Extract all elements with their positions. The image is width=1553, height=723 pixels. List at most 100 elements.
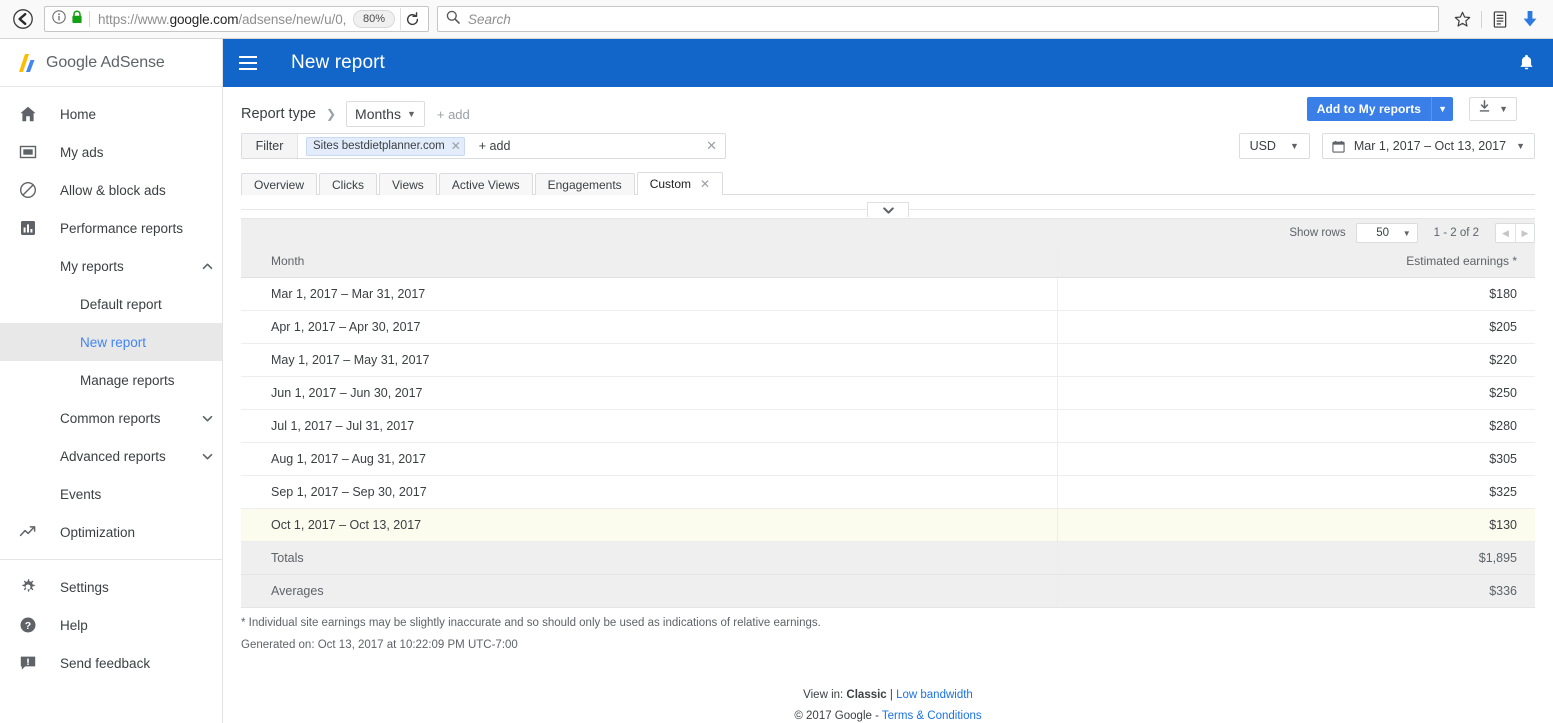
browser-action-icons: [1447, 10, 1545, 28]
download-arrow-icon[interactable]: [1522, 10, 1538, 28]
currency-select[interactable]: USD ▼: [1238, 133, 1310, 159]
info-icon[interactable]: [52, 9, 66, 29]
browser-search-bar[interactable]: Search: [437, 6, 1439, 32]
tab-clicks[interactable]: Clicks: [319, 173, 378, 195]
icon-divider: [1481, 10, 1482, 28]
rows-per-page-select[interactable]: 50 ▼: [1355, 223, 1418, 243]
back-button[interactable]: [8, 4, 38, 34]
sidebar-item-advanced-reports[interactable]: Advanced reports: [0, 437, 222, 475]
hamburger-icon[interactable]: [239, 51, 263, 75]
cell-earnings: $250: [1056, 376, 1535, 410]
browser-search-input[interactable]: Search: [468, 12, 511, 27]
library-icon[interactable]: [1492, 10, 1508, 28]
sidebar-item-events[interactable]: Events: [0, 475, 222, 513]
sidebar-item-performance-reports[interactable]: Performance reports: [0, 209, 222, 247]
terms-conditions-link[interactable]: Terms & Conditions: [882, 710, 982, 722]
view-in-row: View in: Classic | Low bandwidth: [241, 685, 1535, 706]
column-header-month[interactable]: Month: [241, 247, 1057, 278]
sidebar-item-home[interactable]: Home: [0, 95, 222, 133]
cell-month: Aug 1, 2017 – Aug 31, 2017: [241, 442, 1057, 476]
table-row[interactable]: Aug 1, 2017 – Aug 31, 2017 $305: [241, 442, 1535, 476]
table-row[interactable]: May 1, 2017 – May 31, 2017 $220: [241, 343, 1535, 377]
add-to-my-reports-button[interactable]: Add to My reports: [1306, 97, 1432, 121]
sidebar-item-label: Help: [60, 617, 88, 633]
tab-active-views[interactable]: Active Views: [438, 173, 533, 195]
chevron-down-icon: ▼: [1516, 141, 1525, 151]
tab-label: Engagements: [547, 177, 622, 192]
page-title: New report: [291, 52, 385, 73]
table-row[interactable]: Oct 1, 2017 – Oct 13, 2017 $130: [241, 508, 1535, 542]
star-icon[interactable]: [1454, 11, 1471, 28]
sidebar-item-common-reports[interactable]: Common reports: [0, 399, 222, 437]
filter-box[interactable]: Filter Sites bestdietplanner.com ✕ + add…: [241, 133, 726, 159]
svg-text:?: ?: [25, 620, 31, 632]
sidebar-item-help[interactable]: ? Help: [0, 606, 222, 644]
low-bandwidth-link[interactable]: Low bandwidth: [896, 689, 973, 701]
cell-month: Oct 1, 2017 – Oct 13, 2017: [241, 508, 1057, 542]
dimension-select[interactable]: Months ▼: [346, 101, 425, 127]
column-header-estimated-earnings[interactable]: Estimated earnings *: [1056, 247, 1535, 278]
sidebar-item-settings[interactable]: Settings: [0, 568, 222, 606]
date-range-picker[interactable]: Mar 1, 2017 – Oct 13, 2017 ▼: [1321, 133, 1535, 159]
chevron-up-icon: [192, 260, 222, 273]
table-head: Month Estimated earnings *: [241, 247, 1535, 278]
cell-earnings: $205: [1056, 310, 1535, 344]
download-button[interactable]: ▼: [1469, 97, 1517, 121]
tab-engagements[interactable]: Engagements: [534, 173, 635, 195]
table-row[interactable]: Mar 1, 2017 – Mar 31, 2017 $180: [241, 277, 1535, 311]
chevron-down-icon: ▼: [1402, 228, 1411, 238]
reload-button[interactable]: [400, 8, 424, 30]
sidebar-item-label: Performance reports: [60, 220, 184, 236]
generated-timestamp: Generated on: Oct 13, 2017 at 10:22:09 P…: [241, 639, 518, 651]
table-row[interactable]: Sep 1, 2017 – Sep 30, 2017 $325: [241, 475, 1535, 509]
tab-label: Overview: [254, 177, 305, 192]
zoom-level-badge[interactable]: 80%: [352, 10, 395, 28]
sidebar-item-manage-reports[interactable]: Manage reports: [0, 361, 222, 399]
add-filter-link[interactable]: + add: [479, 139, 511, 153]
brand-header[interactable]: Google AdSense: [0, 39, 222, 87]
collapse-chart-button[interactable]: [867, 202, 909, 217]
tab-custom[interactable]: Custom ✕: [636, 172, 724, 195]
sidebar-item-label: My ads: [60, 144, 104, 160]
cell-month: Sep 1, 2017 – Sep 30, 2017: [241, 475, 1057, 509]
close-icon[interactable]: ✕: [451, 139, 461, 153]
table-row[interactable]: Apr 1, 2017 – Apr 30, 2017 $205: [241, 310, 1535, 344]
add-to-my-reports-dropdown-button[interactable]: ▼: [1431, 97, 1454, 121]
table-row[interactable]: Jun 1, 2017 – Jun 30, 2017 $250: [241, 376, 1535, 410]
filter-chip-sites[interactable]: Sites bestdietplanner.com ✕: [306, 136, 465, 156]
chevron-down-icon: ▼: [406, 109, 416, 119]
app-root: Google AdSense Home My ads Allow & block…: [0, 39, 1553, 723]
view-in-pipe: |: [886, 689, 897, 701]
filter-row: Filter Sites bestdietplanner.com ✕ + add…: [241, 133, 1535, 159]
tab-views[interactable]: Views: [379, 173, 437, 195]
adsense-logo-icon: [16, 52, 38, 74]
sidebar-item-send-feedback[interactable]: Send feedback: [0, 644, 222, 682]
next-page-button[interactable]: ▶: [1515, 224, 1534, 242]
tab-overview[interactable]: Overview: [241, 173, 318, 195]
browser-toolbar: https://www.google.com/adsense/new/u/0, …: [0, 0, 1553, 39]
sidebar-item-optimization[interactable]: Optimization: [0, 513, 222, 551]
address-bar[interactable]: https://www.google.com/adsense/new/u/0, …: [44, 6, 429, 32]
sidebar-item-my-ads[interactable]: My ads: [0, 133, 222, 171]
home-icon: [16, 105, 40, 123]
sidebar-item-label: Allow & block ads: [60, 182, 166, 198]
chevron-down-icon: [882, 206, 894, 214]
add-dimension-link[interactable]: + add: [437, 107, 470, 122]
earnings-disclaimer: * Individual site earnings may be slight…: [241, 617, 821, 629]
cell-month: Apr 1, 2017 – Apr 30, 2017: [241, 310, 1057, 344]
prev-page-button[interactable]: ◀: [1496, 224, 1515, 242]
lock-icon[interactable]: [71, 10, 83, 29]
clear-filters-icon[interactable]: ✕: [706, 138, 717, 154]
sidebar-item-allow-block-ads[interactable]: Allow & block ads: [0, 171, 222, 209]
chart-collapse-area: [241, 195, 1535, 217]
currency-value: USD: [1249, 139, 1276, 153]
page-footer: View in: Classic | Low bandwidth © 2017 …: [241, 685, 1535, 723]
close-icon[interactable]: ✕: [700, 177, 710, 191]
table-row[interactable]: Jul 1, 2017 – Jul 31, 2017 $280: [241, 409, 1535, 443]
sidebar-item-my-reports[interactable]: My reports: [0, 247, 222, 285]
bell-icon[interactable]: [1516, 53, 1537, 74]
sidebar-item-default-report[interactable]: Default report: [0, 285, 222, 323]
brand-label: Google AdSense: [46, 53, 165, 71]
sidebar-item-new-report[interactable]: New report: [0, 323, 222, 361]
sidebar-item-label: Home: [60, 106, 97, 122]
